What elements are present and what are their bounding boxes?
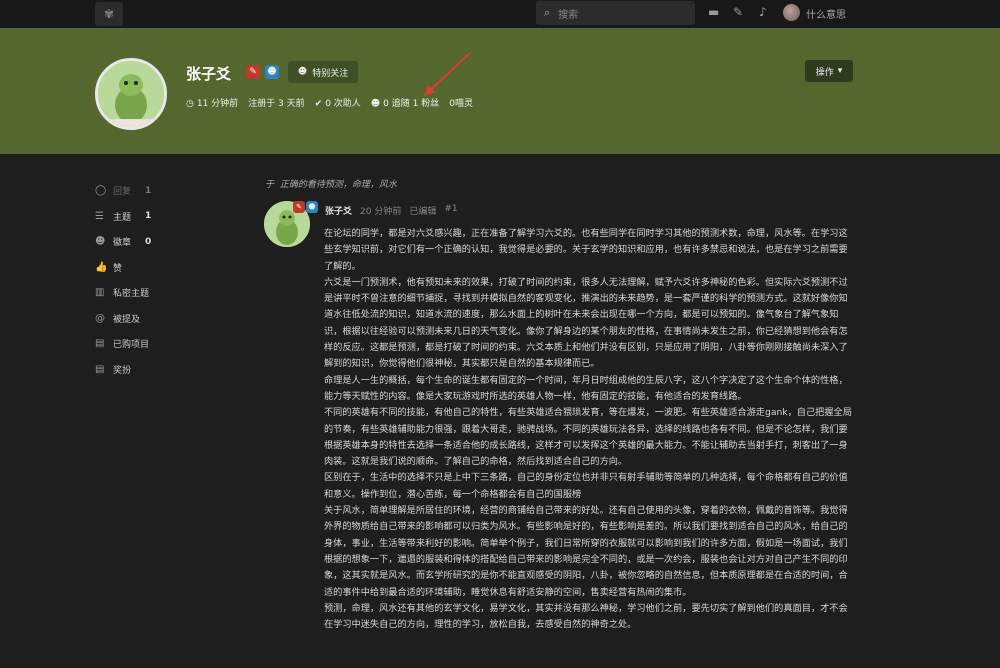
sidebar-item-replies[interactable]: ◯ 回复 1 bbox=[95, 178, 245, 204]
post-paragraph: 预测，命理，风水还有其他的玄学文化，易学文化，其实并没有那么神秘，学习他们之前，… bbox=[324, 602, 848, 631]
avatar[interactable] bbox=[783, 4, 800, 21]
member-badge-icon: ☻ bbox=[265, 65, 279, 79]
stat-joined: 注册于 3 天前 bbox=[248, 99, 305, 109]
sidebar-item-private[interactable]: ▥ 私密主题 bbox=[95, 280, 245, 306]
check-icon: ✔ bbox=[314, 99, 323, 109]
at-icon: @ bbox=[95, 312, 105, 324]
reply-icon: ◯ bbox=[95, 185, 107, 197]
follow-button[interactable]: ☻ 特别关注 bbox=[288, 61, 358, 83]
clock-icon: ◷ bbox=[186, 99, 194, 109]
operations-button[interactable]: 操作 ▾ bbox=[805, 60, 853, 82]
thumbs-up-icon: 👍 bbox=[95, 261, 108, 273]
post-meta: 张子爻 20 分钟前 已编辑 #1 bbox=[325, 204, 458, 217]
profile-sidebar: ◯ 回复 1 ☰ 主题 1 ☻ 徽章 0 👍 赞 ▥ 私密主题 @ 被提及 ▤ … bbox=[95, 178, 245, 382]
post-paragraph: 不同的英雄有不同的技能，有他自己的特性，有些英雄适合猥琐发育，等在爆发，一波肥。… bbox=[324, 407, 852, 468]
annotation-arrow bbox=[424, 52, 471, 96]
sidebar-item-purchased[interactable]: ▤ 已购项目 bbox=[95, 331, 245, 357]
post-number[interactable]: #1 bbox=[444, 204, 457, 217]
edit-icon[interactable]: ✎ bbox=[733, 5, 743, 19]
follow-label: 特别关注 bbox=[312, 68, 349, 79]
stat-last-seen: ◷ 11 分钟前 bbox=[186, 99, 239, 109]
profile-name: 张子爻 bbox=[186, 65, 232, 83]
chat-icon[interactable]: ▬ bbox=[708, 5, 719, 19]
moderator-badge-icon: ✎ bbox=[246, 65, 260, 79]
map-icon: ▥ bbox=[95, 287, 105, 299]
moderator-badge-icon: ✎ bbox=[293, 201, 305, 213]
sidebar-item-badges[interactable]: ☻ 徽章 0 bbox=[95, 229, 245, 255]
thread-title[interactable]: 于 正确的看待预测，命理，风水 bbox=[265, 177, 397, 190]
follow-user-icon: ☻ bbox=[297, 67, 308, 77]
profile-avatar bbox=[95, 58, 167, 130]
sidebar-item-likes[interactable]: 👍 赞 bbox=[95, 255, 245, 281]
stat-helped: ✔ 0 次助人 bbox=[314, 99, 361, 109]
caret-down-icon: ▾ bbox=[837, 66, 843, 76]
post-body: 在论坛的同学，都是对六爻感兴趣，正在准备了解学习六爻的。也有些同学在同时学习其他… bbox=[324, 226, 854, 633]
search-icon: ⌕ bbox=[544, 6, 551, 19]
sidebar-item-rewards[interactable]: ▤ 奖扮 bbox=[95, 357, 245, 383]
gear-flower-icon[interactable]: ✾ bbox=[95, 2, 123, 26]
post-edited[interactable]: 已编辑 bbox=[409, 204, 436, 217]
user-name[interactable]: 什么意思 bbox=[806, 6, 846, 21]
sidebar-item-topics[interactable]: ☰ 主题 1 bbox=[95, 204, 245, 230]
top-bar: ✾ ⌕ 搜索 ▬ ✎ ♪ 什么意思 bbox=[0, 0, 1000, 28]
file-icon: ▤ bbox=[95, 338, 105, 350]
users-icon: ☻ bbox=[370, 99, 381, 109]
sidebar-item-mentions[interactable]: @ 被提及 bbox=[95, 306, 245, 332]
post-author[interactable]: 张子爻 bbox=[325, 204, 352, 217]
operations-label: 操作 bbox=[815, 67, 834, 78]
file-icon: ▤ bbox=[95, 363, 105, 375]
post-time[interactable]: 20 分钟前 bbox=[360, 204, 401, 217]
search-placeholder: 搜索 bbox=[558, 9, 579, 21]
search-input[interactable]: ⌕ 搜索 bbox=[536, 1, 695, 25]
bell-icon[interactable]: ♪ bbox=[759, 5, 767, 19]
post-paragraph: 关于风水，简单理解是所居住的环境，经营的商铺给自己带来的好处。还有自己使用的头像… bbox=[324, 505, 848, 598]
member-badge-icon: ☻ bbox=[306, 201, 318, 213]
post-paragraph: 命理是人一生的概括，每个生命的诞生都有固定的一个时间，年月日时组成他的生辰八字，… bbox=[324, 374, 848, 402]
post-paragraph: 六爻是一门预测术，他有预知未来的效果，打破了时间的约束，很多人无法理解，赋予六爻… bbox=[324, 276, 848, 370]
post-paragraph: 在论坛的同学，都是对六爻感兴趣，正在准备了解学习六爻的。也有些同学在同时学习其他… bbox=[324, 228, 848, 272]
user-group-icon: ☻ bbox=[95, 236, 106, 248]
list-icon: ☰ bbox=[95, 210, 104, 222]
post-paragraph: 区别在于，生活中的选择不只是上中下三条路，自己的身份定位也并非只有射手辅助等简单… bbox=[324, 472, 848, 500]
